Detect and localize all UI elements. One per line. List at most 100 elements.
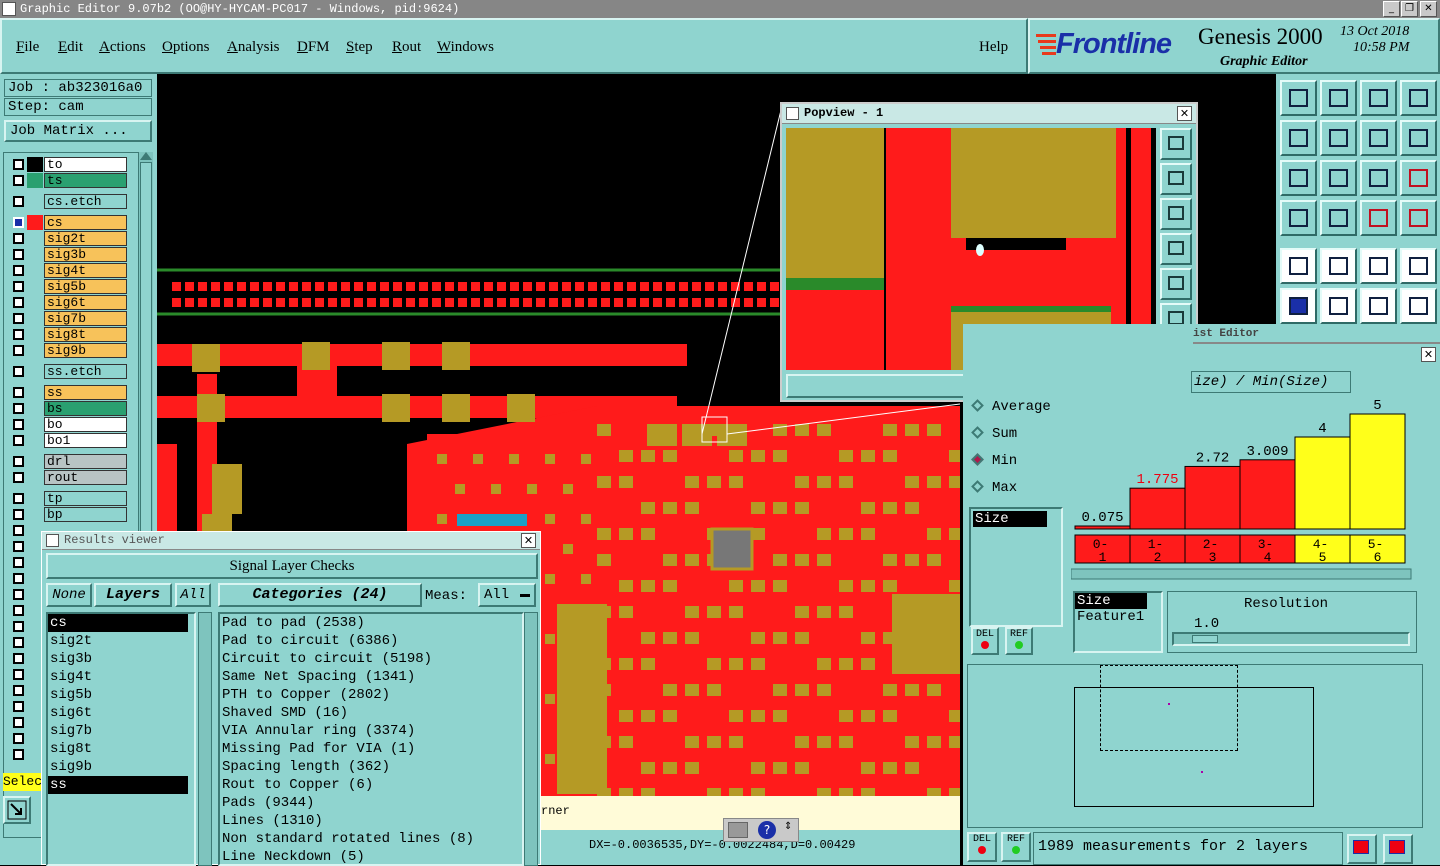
popview-close-icon[interactable]: ✕ xyxy=(1177,106,1192,121)
layer-name[interactable]: ts xyxy=(44,173,127,188)
layer-checkbox[interactable] xyxy=(13,217,24,228)
ref-button-bottom[interactable]: REF xyxy=(1001,832,1031,862)
radio-icon[interactable] xyxy=(971,453,984,466)
layer-name[interactable]: bs xyxy=(44,401,127,416)
minimize-button[interactable]: _ xyxy=(1383,1,1400,17)
job-matrix-button[interactable]: Job Matrix ... xyxy=(4,120,152,142)
layer-checkbox[interactable] xyxy=(13,589,24,600)
step-right-icon[interactable] xyxy=(1320,120,1357,156)
restore-button[interactable]: ❐ xyxy=(1401,1,1418,17)
layer-checkbox[interactable] xyxy=(13,233,24,244)
layer-name[interactable]: ss xyxy=(44,385,127,400)
properties-icon[interactable] xyxy=(1280,200,1317,236)
stat-radio-max[interactable]: Max xyxy=(971,480,1017,496)
layer-checkbox[interactable] xyxy=(13,159,24,170)
result-category-item[interactable]: Pad to circuit (6386) xyxy=(222,632,522,650)
tool-button[interactable] xyxy=(3,796,31,824)
layer-checkbox[interactable] xyxy=(13,249,24,260)
layer-row-ss[interactable]: ss xyxy=(10,385,128,400)
histogram-scrollbar[interactable] xyxy=(1071,568,1412,580)
radio-icon[interactable] xyxy=(971,480,984,493)
layer-row-sig8t[interactable]: sig8t xyxy=(10,327,128,342)
menu-step[interactable]: Step xyxy=(346,39,373,56)
layer-name[interactable]: sig6t xyxy=(44,295,127,310)
layer-checkbox[interactable] xyxy=(13,472,24,483)
layer-name[interactable]: sig3b xyxy=(44,247,127,262)
layer-checkbox[interactable] xyxy=(13,573,24,584)
rotate-icon[interactable] xyxy=(1360,120,1397,156)
export-button[interactable] xyxy=(1383,834,1413,864)
result-category-item[interactable]: Shaved SMD (16) xyxy=(222,704,522,722)
layer-row-sig4t[interactable]: sig4t xyxy=(10,263,128,278)
layer-name[interactable]: sig4t xyxy=(44,263,127,278)
layer-checkbox[interactable] xyxy=(13,685,24,696)
histogram-bar[interactable] xyxy=(1184,465,1241,530)
result-category-item[interactable]: Rout to Copper (6) xyxy=(222,776,522,794)
layer-row-sig2t[interactable]: sig2t xyxy=(10,231,128,246)
layer-name[interactable]: cs xyxy=(44,215,127,230)
result-layer-item[interactable]: cs xyxy=(48,614,188,632)
overview-canvas[interactable] xyxy=(967,664,1423,828)
fit-icon[interactable] xyxy=(1280,160,1317,196)
home-icon[interactable] xyxy=(1280,80,1317,116)
radio-icon[interactable] xyxy=(971,399,984,412)
result-layer-item[interactable]: sig4t xyxy=(48,668,194,686)
all-button[interactable]: All xyxy=(175,583,211,607)
report-button[interactable] xyxy=(1347,834,1377,864)
result-category-item[interactable]: Lines (1310) xyxy=(222,812,522,830)
layer-row-sig9b[interactable]: sig9b xyxy=(10,343,128,358)
menu-rout[interactable]: Rout xyxy=(392,39,421,56)
attr-list-item[interactable]: Feature1 xyxy=(1075,609,1161,625)
layer-row-drl[interactable]: drl xyxy=(10,454,128,469)
result-category-item[interactable]: Missing Pad for VIA (1) xyxy=(222,740,522,758)
histogram-bar[interactable] xyxy=(1349,413,1406,530)
layer-checkbox[interactable] xyxy=(13,621,24,632)
layer-checkbox[interactable] xyxy=(13,281,24,292)
help-query-icon[interactable] xyxy=(1400,160,1437,196)
layers-button[interactable]: Layers xyxy=(94,583,172,607)
layer-checkbox[interactable] xyxy=(13,669,24,680)
menu-options[interactable]: Options xyxy=(162,39,210,56)
layer-row-tp[interactable]: tp xyxy=(10,491,128,506)
histogram-bar[interactable] xyxy=(1294,436,1351,530)
layer-checkbox[interactable] xyxy=(13,313,24,324)
layer-checkbox[interactable] xyxy=(13,637,24,648)
layer-checkbox[interactable] xyxy=(13,749,24,760)
mirror-icon[interactable] xyxy=(1400,120,1437,156)
pan-up-icon[interactable] xyxy=(1160,163,1192,195)
result-category-item[interactable]: Circuit to circuit (5198) xyxy=(222,650,522,668)
draw-line-icon[interactable] xyxy=(1320,248,1357,284)
layer-checkbox[interactable] xyxy=(13,605,24,616)
result-category-item[interactable]: Non standard rotated lines (8) xyxy=(222,830,522,848)
layer-checkbox[interactable] xyxy=(13,557,24,568)
result-category-item[interactable]: Same Net Spacing (1341) xyxy=(222,668,522,686)
layer-checkbox[interactable] xyxy=(13,456,24,467)
zoom-fit-icon[interactable] xyxy=(1160,128,1192,160)
size-list[interactable]: Size xyxy=(969,507,1063,627)
result-layer-item[interactable]: sig3b xyxy=(48,650,194,668)
menu-actions[interactable]: Actions xyxy=(99,39,146,56)
result-category-item[interactable]: Pad to pad (2538) xyxy=(222,614,522,632)
layer-row-bo1[interactable]: bo1 xyxy=(10,433,128,448)
layer-checkbox[interactable] xyxy=(13,435,24,446)
layer-name[interactable]: tp xyxy=(44,491,127,506)
layer-name[interactable]: sig8t xyxy=(44,327,127,342)
ref-button[interactable]: REF xyxy=(1005,627,1033,655)
layer-checkbox[interactable] xyxy=(13,701,24,712)
scroll-up-icon[interactable] xyxy=(140,152,152,160)
menu-windows[interactable]: Windows xyxy=(437,39,494,56)
resolution-slider-thumb[interactable] xyxy=(1192,635,1218,643)
layer-row-rout[interactable]: rout xyxy=(10,470,128,485)
result-category-item[interactable]: Pads (9344) xyxy=(222,794,522,812)
attr-list[interactable]: Size Feature1 xyxy=(1073,591,1163,653)
layer-checkbox[interactable] xyxy=(13,329,24,340)
select-status[interactable]: Selec xyxy=(3,773,43,791)
attr-list-item[interactable]: Size xyxy=(1075,593,1147,609)
arc-icon[interactable] xyxy=(1400,288,1437,324)
layer-name[interactable]: drl xyxy=(44,454,127,469)
result-layer-item[interactable]: sig9b xyxy=(48,758,194,776)
histogram-close-icon[interactable]: ✕ xyxy=(1421,347,1436,362)
layer-checkbox[interactable] xyxy=(13,297,24,308)
results-close-icon[interactable]: ✕ xyxy=(521,533,536,548)
result-layer-item[interactable]: ss xyxy=(48,776,188,794)
